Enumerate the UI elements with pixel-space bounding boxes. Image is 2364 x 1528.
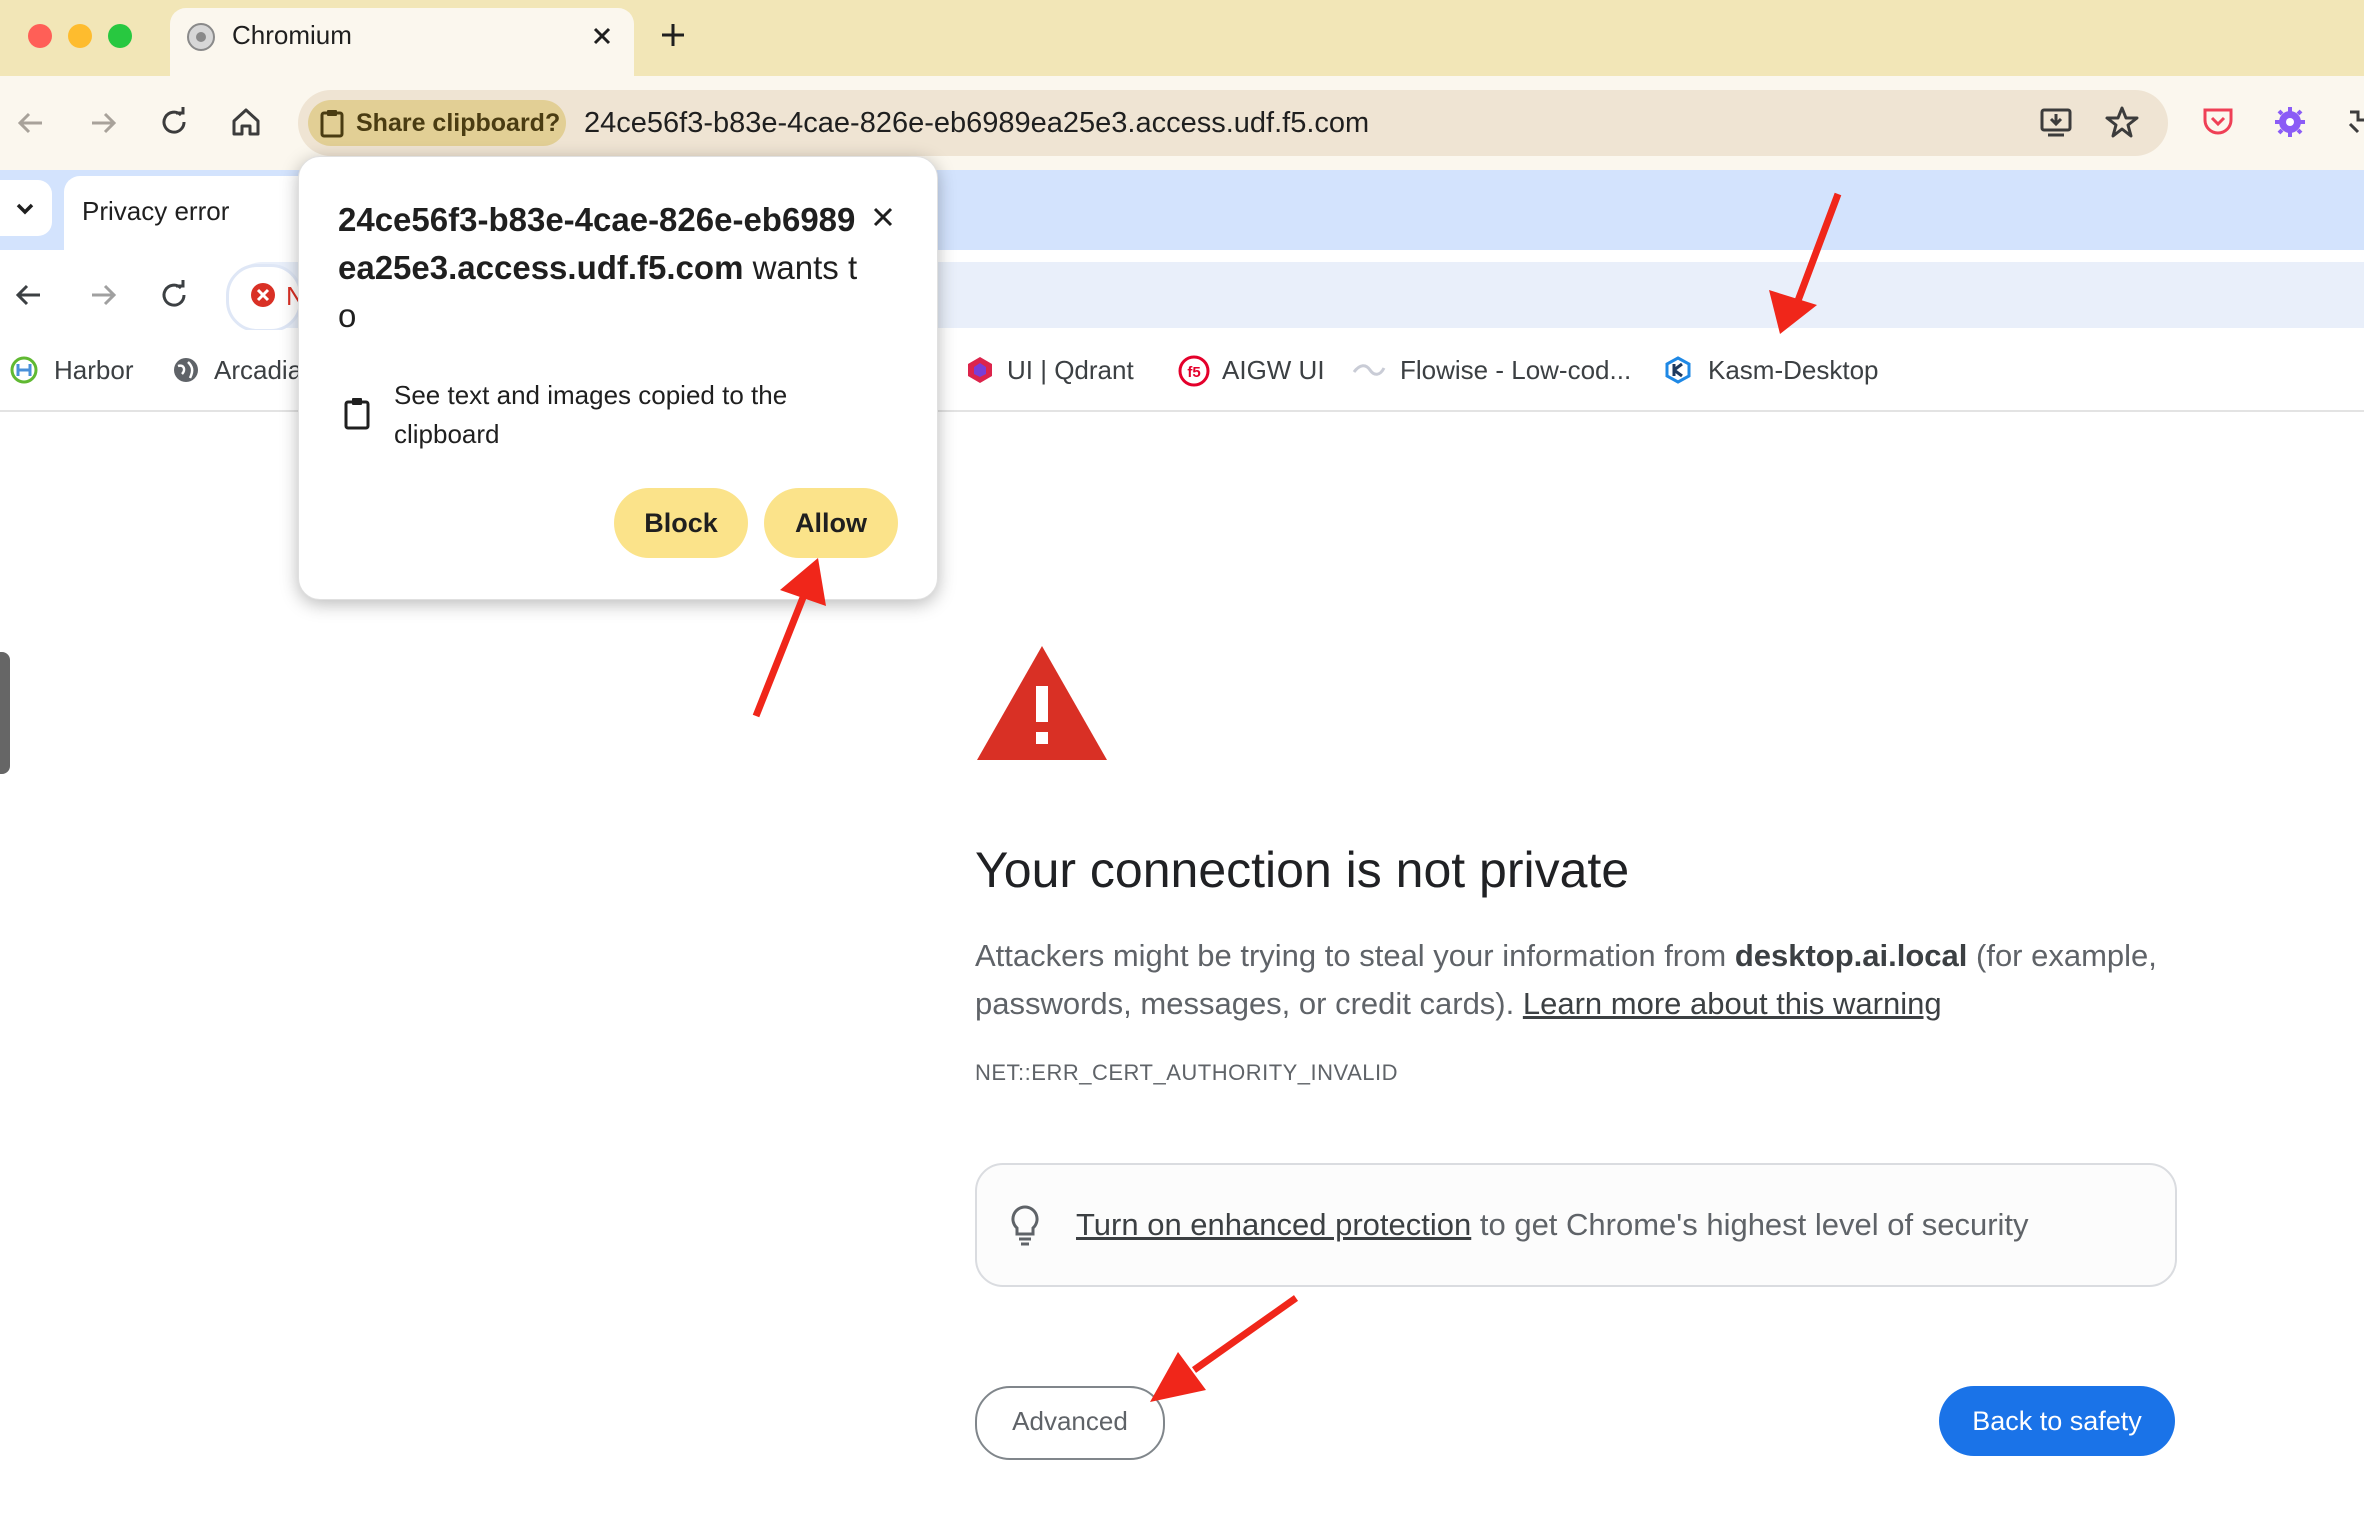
share-clipboard-label: Share clipboard? <box>356 109 561 137</box>
clipboard-icon <box>318 108 346 138</box>
globe-icon <box>172 356 200 384</box>
inner-forward-icon[interactable] <box>86 278 120 312</box>
block-button-label: Block <box>644 508 718 538</box>
bookmark-flowise[interactable]: Flowise - Low-cod... <box>1400 352 1631 388</box>
inner-tab-title: Privacy error <box>82 196 230 226</box>
popup-origin: 24ce56f3-b83e-4cae-826e-eb6989ea25e3.acc… <box>338 201 858 334</box>
extension-icon[interactable] <box>2344 104 2364 140</box>
warning-description: Attackers might be trying to steal your … <box>975 938 2157 1021</box>
close-tab-icon[interactable] <box>588 22 616 50</box>
forward-icon[interactable] <box>86 106 120 140</box>
pocket-icon[interactable] <box>2200 104 2236 140</box>
page-heading: Your connection is not private <box>975 842 1630 898</box>
allow-button-label: Allow <box>795 508 867 538</box>
popup-permission-text: See text and images copied to the clipbo… <box>394 380 788 449</box>
url-text[interactable]: 24ce56f3-b83e-4cae-826e-eb6989ea25e3.acc… <box>584 104 1369 142</box>
arrow-to-advanced <box>1150 1295 1299 1402</box>
maximize-window-button[interactable] <box>108 24 132 48</box>
side-panel-handle[interactable] <box>0 652 10 774</box>
bookmark-harbor[interactable]: Harbor <box>54 352 133 388</box>
extension-gear-icon[interactable] <box>2272 104 2308 140</box>
not-secure-icon <box>250 282 276 308</box>
error-code: NET::ERR_CERT_AUTHORITY_INVALID <box>975 1060 1398 1085</box>
install-app-icon[interactable] <box>2038 104 2074 140</box>
popup-close-icon[interactable] <box>868 202 898 232</box>
advanced-button-label: Advanced <box>1012 1406 1128 1436</box>
kasm-icon <box>1664 356 1692 384</box>
back-to-safety-label: Back to safety <box>1972 1406 2142 1436</box>
bookmark-qdrant[interactable]: UI | Qdrant <box>1007 352 1134 388</box>
host-name: desktop.ai.local <box>1734 938 1968 973</box>
outer-tab-title: Chromium <box>232 20 352 50</box>
harbor-icon <box>10 356 38 384</box>
learn-more-link[interactable]: Learn more about this warning <box>1523 986 1942 1021</box>
inner-back-icon[interactable] <box>12 278 46 312</box>
chromium-icon <box>186 22 216 52</box>
qdrant-icon <box>966 355 994 385</box>
flowise-icon <box>1352 360 1386 380</box>
home-icon[interactable] <box>228 104 264 140</box>
close-window-button[interactable] <box>28 24 52 48</box>
minimize-window-button[interactable] <box>68 24 92 48</box>
reload-icon[interactable] <box>157 105 191 139</box>
chevron-down-icon <box>12 196 38 222</box>
bookmark-kasm-desktop[interactable]: Kasm-Desktop <box>1708 352 1879 388</box>
f5-icon: f5 <box>1178 355 1210 387</box>
back-icon[interactable] <box>14 106 48 140</box>
new-tab-icon[interactable] <box>658 20 688 50</box>
bookmark-arcadia[interactable]: Arcadia <box>214 352 302 388</box>
lightbulb-icon <box>1008 1204 1042 1246</box>
bookmark-star-icon[interactable] <box>2104 104 2140 140</box>
svg-text:f5: f5 <box>1187 364 1200 381</box>
popup-clipboard-icon <box>342 396 372 430</box>
enhanced-protection-link[interactable]: Turn on enhanced protection <box>1076 1207 1471 1242</box>
enhanced-protection-text: Turn on enhanced protection to get Chrom… <box>1076 1207 2029 1242</box>
bookmark-aigw[interactable]: AIGW UI <box>1222 352 1325 388</box>
inner-reload-icon[interactable] <box>157 278 191 312</box>
warning-triangle-icon <box>975 644 1109 762</box>
